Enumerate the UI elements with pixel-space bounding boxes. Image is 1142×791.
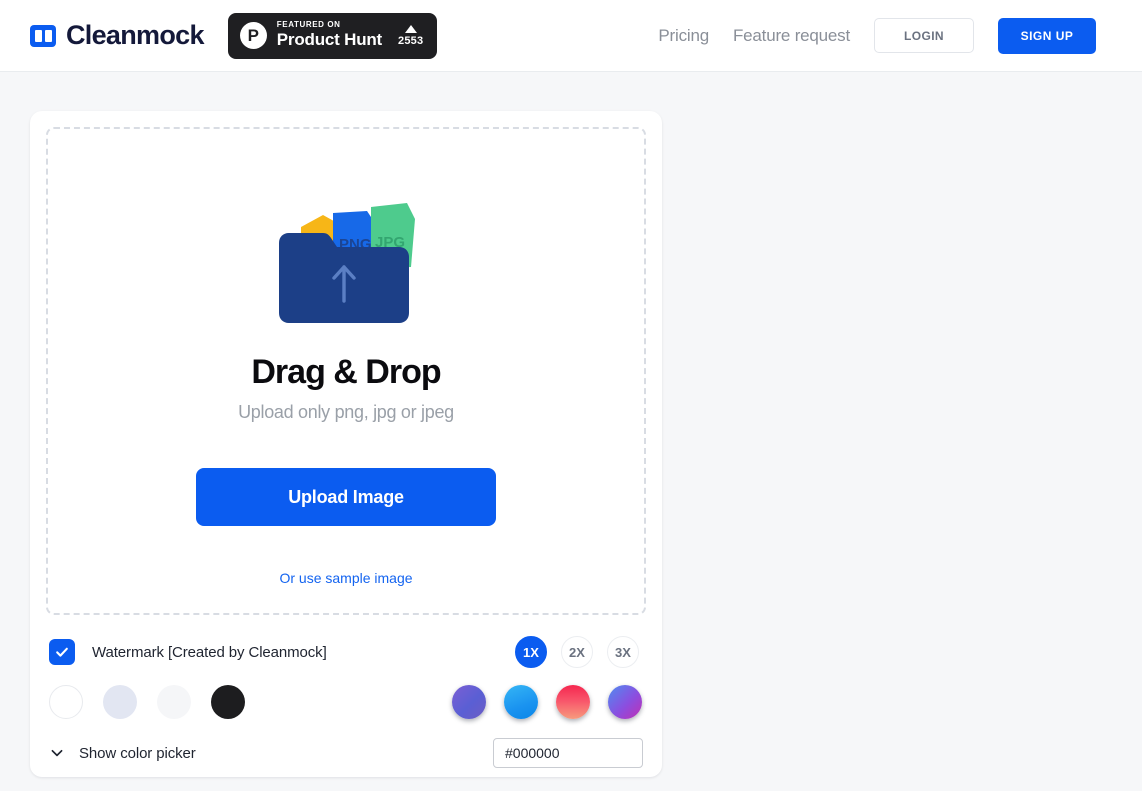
dropzone-subtitle: Upload only png, jpg or jpeg bbox=[238, 402, 454, 422]
swatch-gradient-violet[interactable] bbox=[452, 685, 486, 719]
watermark-row: Watermark [Created by Cleanmock] 1X 2X 3… bbox=[49, 629, 643, 675]
color-picker-row: Show color picker bbox=[49, 729, 643, 777]
upload-panel: PNG JPG Drag & Drop Upload only png, jpg… bbox=[30, 111, 662, 777]
product-hunt-badge[interactable]: P FEATURED ON Product Hunt 2553 bbox=[227, 12, 438, 59]
site-header: Cleanmock P FEATURED ON Product Hunt 255… bbox=[0, 0, 1142, 72]
folder-upload-icon: PNG JPG bbox=[279, 203, 415, 323]
product-hunt-upvote-count: 2553 bbox=[398, 34, 424, 47]
swatch-black[interactable] bbox=[211, 685, 245, 719]
product-hunt-title: Product Hunt bbox=[276, 30, 383, 50]
watermark-label: Watermark [Created by Cleanmock] bbox=[92, 643, 327, 661]
watermark-checkbox[interactable] bbox=[49, 639, 75, 665]
show-color-picker-toggle[interactable]: Show color picker bbox=[49, 745, 196, 762]
swatch-white[interactable] bbox=[49, 685, 83, 719]
options-panel: Watermark [Created by Cleanmock] 1X 2X 3… bbox=[46, 629, 646, 777]
nav-pricing[interactable]: Pricing bbox=[658, 26, 709, 46]
dropzone[interactable]: PNG JPG Drag & Drop Upload only png, jpg… bbox=[46, 127, 646, 615]
swatch-lavender[interactable] bbox=[103, 685, 137, 719]
color-swatch-row bbox=[49, 675, 643, 729]
solid-color-swatches bbox=[49, 685, 245, 719]
brand-logo[interactable]: Cleanmock bbox=[30, 20, 204, 51]
product-hunt-icon: P bbox=[239, 22, 267, 49]
scale-option-3x[interactable]: 3X bbox=[607, 636, 639, 668]
product-hunt-kicker: FEATURED ON bbox=[276, 20, 341, 30]
use-sample-image-link[interactable]: Or use sample image bbox=[279, 570, 412, 586]
book-logo-icon bbox=[30, 24, 56, 47]
signup-button[interactable]: SIGN UP bbox=[998, 17, 1096, 54]
login-button[interactable]: LOGIN bbox=[874, 18, 974, 53]
upload-illustration: PNG JPG bbox=[271, 181, 421, 331]
header-nav: Pricing Feature request LOGIN SIGN UP bbox=[658, 17, 1096, 54]
gradient-color-swatches bbox=[452, 685, 643, 719]
swatch-gradient-sunset[interactable] bbox=[556, 685, 590, 719]
scale-option-2x[interactable]: 2X bbox=[561, 636, 593, 668]
nav-feature-request[interactable]: Feature request bbox=[733, 26, 850, 46]
caret-up-icon bbox=[404, 24, 417, 33]
swatch-light-grey[interactable] bbox=[157, 685, 191, 719]
chevron-down-icon bbox=[51, 749, 63, 757]
scale-option-1x[interactable]: 1X bbox=[515, 636, 547, 668]
upload-image-button[interactable]: Upload Image bbox=[196, 468, 496, 526]
main-stage: PNG JPG Drag & Drop Upload only png, jpg… bbox=[0, 72, 1142, 777]
check-icon bbox=[56, 647, 68, 657]
product-hunt-upvote[interactable]: 2553 bbox=[398, 24, 424, 47]
hex-color-input[interactable] bbox=[493, 738, 643, 768]
swatch-gradient-magenta[interactable] bbox=[608, 685, 642, 719]
show-color-picker-label: Show color picker bbox=[79, 744, 196, 762]
brand-name: Cleanmock bbox=[66, 20, 204, 50]
swatch-gradient-sky[interactable] bbox=[504, 685, 538, 719]
scale-selector: 1X 2X 3X bbox=[515, 636, 643, 668]
dropzone-title: Drag & Drop bbox=[251, 353, 441, 391]
